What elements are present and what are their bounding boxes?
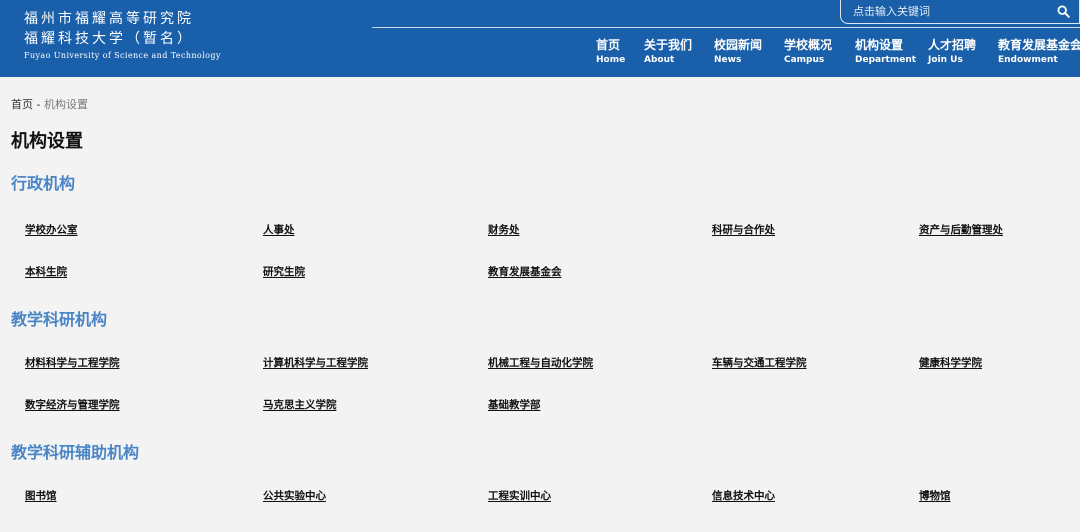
unit-link[interactable]: 马克思主义学院 bbox=[263, 397, 337, 412]
unit-link[interactable]: 计算机科学与工程学院 bbox=[263, 355, 368, 370]
unit-link[interactable]: 公共实验中心 bbox=[263, 488, 326, 503]
section-title-support: 教学科研辅助机构 bbox=[11, 443, 140, 462]
breadcrumb-current: 机构设置 bbox=[43, 98, 88, 111]
unit-link[interactable]: 机械工程与自动化学院 bbox=[488, 355, 593, 370]
nav-label-en: Endowment bbox=[998, 55, 1058, 65]
section-title-academic: 教学科研机构 bbox=[11, 310, 108, 329]
nav-label-en: Join Us bbox=[928, 55, 963, 65]
page-title: 机构设置 bbox=[11, 131, 83, 152]
nav-label-cn: 关于我们 bbox=[644, 38, 693, 52]
nav-label-cn: 人才招聘 bbox=[928, 38, 977, 52]
nav-label-en: Home bbox=[596, 55, 626, 65]
unit-link[interactable]: 教育发展基金会 bbox=[488, 264, 562, 279]
nav-label-en: Campus bbox=[784, 55, 825, 65]
unit-link[interactable]: 图书馆 bbox=[25, 488, 57, 503]
unit-link[interactable]: 材料科学与工程学院 bbox=[25, 355, 120, 370]
unit-link[interactable]: 信息技术中心 bbox=[712, 488, 775, 503]
unit-link[interactable]: 科研与合作处 bbox=[712, 222, 775, 237]
unit-link[interactable]: 数字经济与管理学院 bbox=[25, 397, 120, 412]
unit-link[interactable]: 资产与后勤管理处 bbox=[919, 222, 1003, 237]
unit-link[interactable]: 财务处 bbox=[488, 222, 520, 237]
unit-link[interactable]: 学校办公室 bbox=[25, 222, 78, 237]
nav-label-en: About bbox=[644, 55, 675, 65]
nav-item-endowment[interactable]: 教育发展基金会 Endowment bbox=[998, 38, 1080, 66]
nav-label-cn: 首页 bbox=[596, 38, 621, 52]
breadcrumb: 首页 - 机构设置 bbox=[11, 96, 88, 112]
search-box bbox=[840, 0, 1080, 24]
unit-link[interactable]: 车辆与交通工程学院 bbox=[712, 355, 807, 370]
nav-item-news[interactable]: 校园新闻 News bbox=[714, 38, 762, 66]
search-icon[interactable] bbox=[1057, 5, 1070, 18]
unit-link[interactable]: 基础教学部 bbox=[488, 397, 541, 412]
nav-label-cn: 校园新闻 bbox=[714, 38, 763, 52]
unit-link[interactable]: 人事处 bbox=[263, 222, 295, 237]
nav-item-join-us[interactable]: 人才招聘 Join Us bbox=[928, 38, 976, 66]
nav-item-home[interactable]: 首页 Home bbox=[596, 38, 625, 66]
breadcrumb-home-link[interactable]: 首页 bbox=[11, 98, 33, 111]
nav-item-about[interactable]: 关于我们 About bbox=[644, 38, 692, 66]
unit-link[interactable]: 工程实训中心 bbox=[488, 488, 551, 503]
nav-label-cn: 教育发展基金会 bbox=[998, 38, 1080, 52]
breadcrumb-separator: - bbox=[33, 98, 44, 111]
section-title-administrative: 行政机构 bbox=[11, 174, 76, 193]
unit-link[interactable]: 本科生院 bbox=[25, 264, 67, 279]
unit-link[interactable]: 研究生院 bbox=[263, 264, 305, 279]
site-header: 福州市福耀高等研究院 福耀科技大学（暂名） Fuyao University o… bbox=[0, 0, 1080, 77]
nav-label-en: Department bbox=[855, 55, 917, 65]
nav-label-cn: 机构设置 bbox=[855, 38, 904, 52]
logo-title-line1: 福州市福耀高等研究院 bbox=[24, 11, 194, 27]
header-divider bbox=[372, 27, 1080, 28]
nav-label-en: News bbox=[714, 55, 742, 65]
nav-item-campus[interactable]: 学校概况 Campus bbox=[784, 38, 832, 66]
nav-label-cn: 学校概况 bbox=[784, 38, 833, 52]
search-input[interactable] bbox=[853, 3, 1053, 20]
main-nav: 首页 Home 关于我们 About 校园新闻 News 学校概况 Campus… bbox=[0, 38, 1080, 68]
unit-link[interactable]: 健康科学学院 bbox=[919, 355, 982, 370]
nav-item-department[interactable]: 机构设置 Department bbox=[855, 38, 916, 66]
unit-link[interactable]: 博物馆 bbox=[919, 488, 951, 503]
